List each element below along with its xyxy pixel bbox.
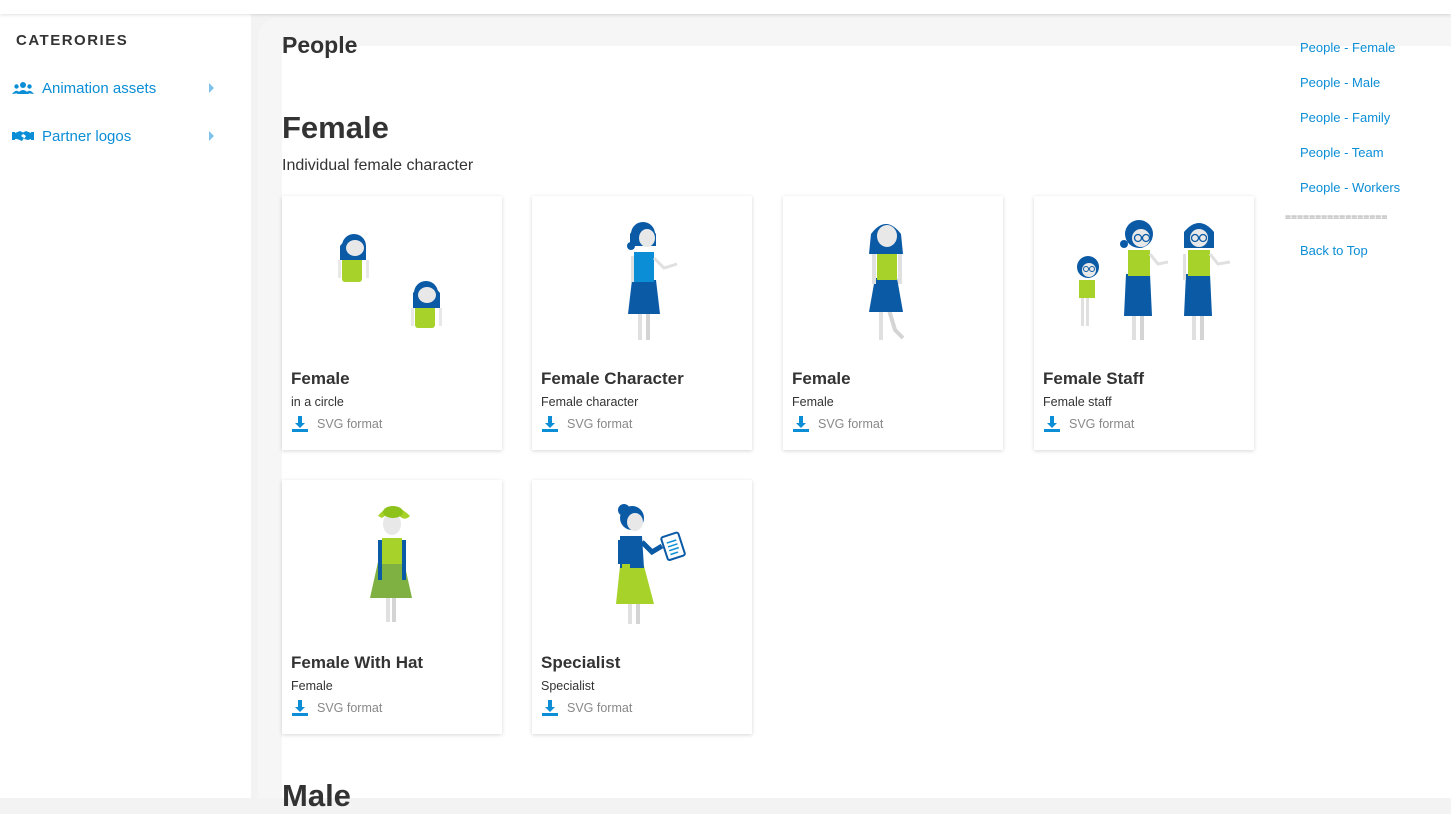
section-subtitle: Individual female character [282, 157, 474, 174]
download-label: SVG format [317, 701, 383, 715]
download-icon [542, 416, 558, 432]
card-title: Specialist [541, 653, 621, 672]
card-description: Specialist [541, 679, 595, 693]
download-link[interactable]: SVG format [541, 415, 632, 433]
sidebar: CATERORIES Animation assets Partner logo… [0, 14, 251, 798]
top-bar [0, 0, 1451, 14]
female-staff-illustration [1077, 220, 1231, 340]
card-title: Female With Hat [291, 653, 424, 672]
asset-card[interactable]: Female in a circle SVG format [282, 196, 502, 450]
card-description: Female character [541, 395, 639, 409]
section-title: Female [282, 110, 389, 145]
download-icon [793, 416, 809, 432]
card-description: Female staff [1043, 395, 1112, 409]
female-character-illustration [627, 222, 678, 340]
card-title: Female [291, 369, 350, 388]
download-link[interactable]: SVG format [1043, 415, 1134, 433]
download-label: SVG format [567, 701, 633, 715]
back-to-top-link[interactable]: Back to Top [1300, 243, 1368, 258]
toc-separator: ================= [1285, 212, 1388, 223]
female-with-hat-illustration [370, 506, 412, 622]
download-label: SVG format [1069, 417, 1135, 431]
card-description: Female [291, 679, 333, 693]
sidebar-item-animation-assets[interactable]: Animation assets [12, 76, 222, 100]
sidebar-item-label: Animation assets [42, 79, 157, 97]
asset-card[interactable]: Female Female SVG format [783, 196, 1003, 450]
download-label: SVG format [567, 417, 633, 431]
users-icon [12, 81, 34, 95]
download-link[interactable]: SVG format [792, 415, 883, 433]
asset-card[interactable]: Female Staff Female staff SVG format [1034, 196, 1254, 450]
female-circle-illustration [338, 234, 442, 328]
chevron-right-icon [209, 83, 214, 93]
card-description: in a circle [291, 395, 344, 409]
asset-card[interactable]: Female Character Female character SVG fo… [532, 196, 752, 450]
download-label: SVG format [317, 417, 383, 431]
female-illustration [869, 224, 905, 340]
page-title: People [282, 32, 358, 58]
card-description: Female [792, 395, 834, 409]
card-title: Female Staff [1043, 369, 1145, 388]
download-icon [292, 416, 308, 432]
toc-link-people-team[interactable]: People - Team [1300, 145, 1384, 160]
next-section-title: Male [282, 778, 351, 813]
asset-card[interactable]: Female With Hat Female SVG format [282, 480, 502, 734]
toc-link-people-family[interactable]: People - Family [1300, 110, 1390, 125]
download-link[interactable]: SVG format [291, 415, 382, 433]
toc-link-people-workers[interactable]: People - Workers [1300, 180, 1400, 195]
sidebar-item-partner-logos[interactable]: Partner logos [12, 124, 222, 148]
card-title: Female Character [541, 369, 684, 388]
chevron-right-icon [209, 131, 214, 141]
asset-card[interactable]: Specialist Specialist SVG format [532, 480, 752, 734]
download-icon [542, 700, 558, 716]
sidebar-item-label: Partner logos [42, 127, 132, 145]
card-title: Female [792, 369, 851, 388]
specialist-illustration [616, 504, 686, 624]
toc-link-people-female[interactable]: People - Female [1300, 40, 1395, 55]
download-label: SVG format [818, 417, 884, 431]
download-link[interactable]: SVG format [291, 699, 382, 717]
download-link[interactable]: SVG format [541, 699, 632, 717]
sidebar-title: CATERORIES [16, 32, 129, 49]
handshake-icon [12, 129, 34, 143]
download-icon [1044, 416, 1060, 432]
download-icon [292, 700, 308, 716]
toc-link-people-male[interactable]: People - Male [1300, 75, 1380, 90]
